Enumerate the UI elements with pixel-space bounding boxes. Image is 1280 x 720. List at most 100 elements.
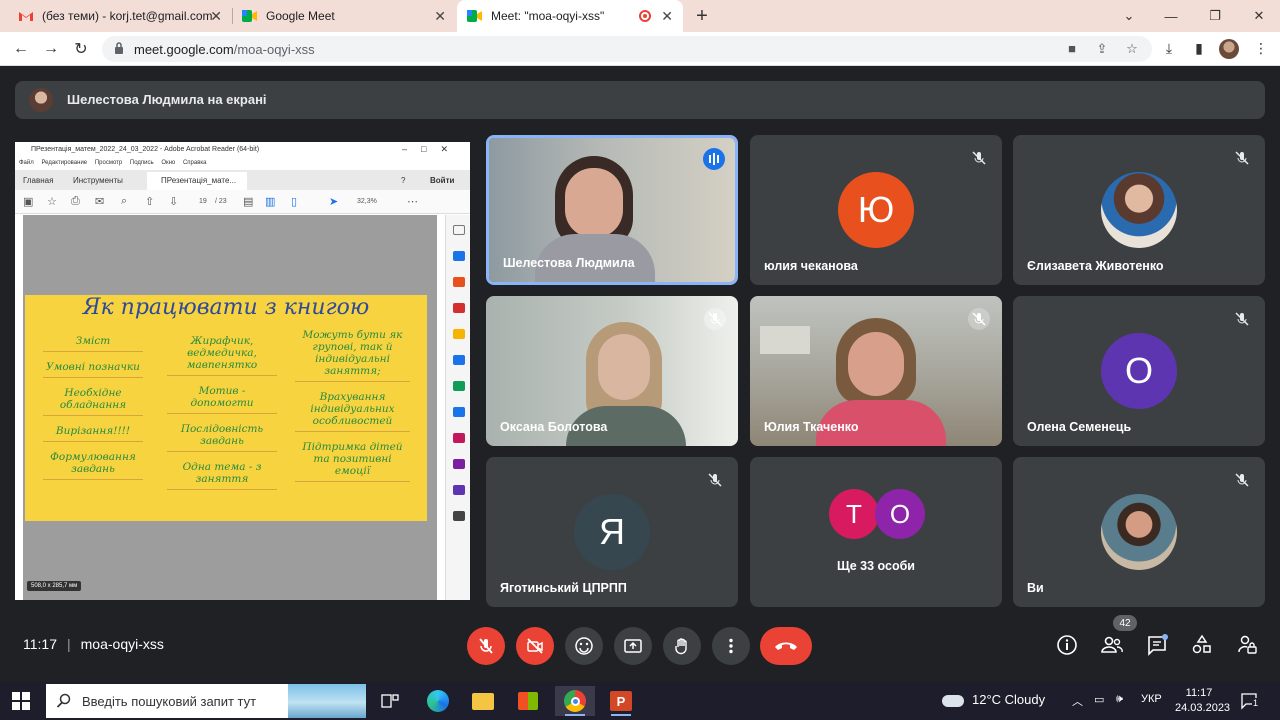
print-icon[interactable]: ⎙ (71, 195, 80, 208)
more-tools-icon[interactable]: ⋯ (407, 195, 418, 208)
participant-tile[interactable]: Юлия Ткаченко (750, 296, 1002, 446)
participant-tile[interactable]: Оксана Болотова (486, 296, 738, 446)
fill-sign-icon[interactable] (453, 433, 465, 443)
taskbar-clock[interactable]: 11:17 24.03.2023 (1175, 686, 1230, 716)
menu-sign[interactable]: Подпись (130, 160, 154, 166)
tab-title: (без теми) - korj.tet@gmail.com (42, 9, 213, 23)
mic-toggle-button[interactable] (467, 627, 505, 665)
create-pdf-icon[interactable] (453, 251, 465, 261)
select-cursor-icon[interactable]: ➤ (329, 195, 338, 208)
combine-icon[interactable] (453, 355, 465, 365)
protect-icon[interactable] (453, 459, 465, 469)
save-icon[interactable]: ▣ (23, 195, 33, 208)
zoom-search-icon[interactable]: ⌕ (121, 195, 127, 208)
close-tab-icon[interactable]: ✕ (210, 8, 222, 25)
restore-icon[interactable]: ❐ (1193, 0, 1237, 32)
tab-home[interactable]: Главная (23, 176, 53, 185)
page-view-icon[interactable]: ▯ (291, 195, 297, 208)
fit-page-icon[interactable]: ▤ (243, 195, 253, 208)
close-tab-icon[interactable]: ✕ (661, 8, 673, 25)
file-explorer-icon[interactable] (463, 686, 503, 716)
forward-icon[interactable]: → (40, 38, 62, 60)
scroll-mode-icon[interactable]: ▥ (265, 195, 275, 208)
menu-file[interactable]: Файл (19, 160, 34, 166)
present-screen-button[interactable] (614, 627, 652, 665)
profile-avatar[interactable] (1219, 39, 1239, 59)
page-number-input[interactable]: 19 (199, 198, 207, 205)
menu-edit[interactable]: Редактирование (41, 160, 87, 166)
minimize-icon[interactable]: — (1149, 0, 1193, 32)
powerpoint-icon[interactable]: P (601, 686, 641, 716)
host-controls-button[interactable] (1235, 633, 1259, 657)
more-options-button[interactable] (712, 627, 750, 665)
tab-search-icon[interactable]: ⌄ (1107, 0, 1151, 32)
share-icon[interactable]: ⇪ (1094, 41, 1110, 57)
tab-google-meet[interactable]: Google Meet ✕ (232, 0, 456, 32)
bookmark-star-icon[interactable]: ☆ (1124, 41, 1140, 57)
login-link[interactable]: Войти (430, 176, 454, 185)
participant-avatar: Я (574, 494, 650, 570)
raise-hand-button[interactable] (663, 627, 701, 665)
notifications-icon[interactable]: 1 (1240, 692, 1260, 710)
leave-call-button[interactable] (760, 627, 812, 665)
page-down-icon[interactable]: ⇩ (169, 195, 178, 208)
document-view[interactable]: Як працювати з книгою Зміст Умовні позна… (23, 215, 437, 600)
edit-pdf-icon[interactable] (453, 277, 465, 287)
more-participants-tile[interactable]: Т О Ще 33 особи (750, 457, 1002, 607)
reload-icon[interactable]: ↻ (70, 38, 92, 60)
shared-screen[interactable]: ПРезентація_матем_2022_24_03_2022 - Adob… (15, 142, 470, 600)
tab-gmail[interactable]: (без теми) - korj.tet@gmail.com ✕ (8, 0, 233, 32)
export-pdf-icon[interactable] (453, 303, 465, 313)
sign-icon[interactable] (453, 485, 465, 495)
store-icon[interactable] (508, 686, 548, 716)
task-view-icon[interactable] (370, 686, 410, 716)
camera-indicator-icon[interactable]: ■ (1064, 41, 1080, 57)
page-up-icon[interactable]: ⇧ (145, 195, 154, 208)
address-bar[interactable]: meet.google.com/moa-oqyi-xss ■ ⇪ ☆ (102, 36, 1152, 62)
menu-view[interactable]: Просмотр (95, 160, 122, 166)
menu-help[interactable]: Справка (183, 160, 207, 166)
participant-tile[interactable]: Ю юлия чеканова (750, 135, 1002, 285)
menu-window[interactable]: Окно (161, 160, 175, 166)
meeting-details-button[interactable] (1055, 633, 1079, 657)
more-tools-pane-icon[interactable] (453, 511, 465, 521)
tab-tools[interactable]: Инструменты (73, 176, 123, 185)
weather-widget[interactable]: 12°C Cloudy (942, 692, 1045, 707)
mail-icon[interactable]: ✉ (95, 195, 104, 208)
edge-icon[interactable] (418, 686, 458, 716)
chat-button[interactable] (1145, 633, 1169, 657)
comment-icon[interactable] (453, 329, 465, 339)
zoom-level[interactable]: 32,3% (357, 198, 377, 205)
back-icon[interactable]: ← (10, 38, 32, 60)
reactions-button[interactable] (565, 627, 603, 665)
self-tile[interactable]: Ви (1013, 457, 1265, 607)
new-tab-button[interactable]: + (690, 4, 714, 28)
close-window-icon[interactable]: ✕ (1237, 0, 1280, 32)
camera-toggle-button[interactable] (516, 627, 554, 665)
tab-meet-active[interactable]: Meet: "moa-oqyi-xss" ✕ (457, 0, 683, 32)
scan-icon[interactable] (453, 407, 465, 417)
participant-tile[interactable]: Шелестова Людмила (486, 135, 738, 285)
tray-expand-icon[interactable]: ︿ (1072, 693, 1083, 709)
participant-tile[interactable]: О Олена Семенець (1013, 296, 1265, 446)
speaker-icon[interactable]: 🕪 (1116, 693, 1123, 706)
chrome-icon[interactable] (555, 686, 595, 716)
activities-button[interactable] (1190, 633, 1214, 657)
zoom-tool-icon[interactable] (453, 225, 465, 235)
side-panel-icon[interactable]: ▮ (1190, 40, 1208, 58)
participant-tile[interactable]: Я Яготинський ЦПРПП (486, 457, 738, 607)
people-button[interactable] (1100, 633, 1124, 657)
language-indicator[interactable]: УКР (1141, 693, 1162, 705)
menu-kebab-icon[interactable]: ⋮ (1252, 40, 1270, 58)
organize-icon[interactable] (453, 381, 465, 391)
tab-document[interactable]: ПРезентація_мате... (147, 172, 247, 190)
help-icon[interactable]: ? (401, 176, 405, 185)
close-tab-icon[interactable]: ✕ (434, 8, 446, 25)
participant-tile[interactable]: Єлизавета Животенко (1013, 135, 1265, 285)
download-icon[interactable]: ⤓ (1160, 40, 1178, 58)
windows-start-icon[interactable] (12, 692, 30, 710)
battery-icon[interactable]: ▭ (1094, 693, 1104, 706)
participant-photo (1101, 494, 1177, 570)
taskbar-search[interactable]: Введіть пошуковий запит тут (46, 684, 366, 718)
star-icon[interactable]: ☆ (47, 195, 57, 208)
